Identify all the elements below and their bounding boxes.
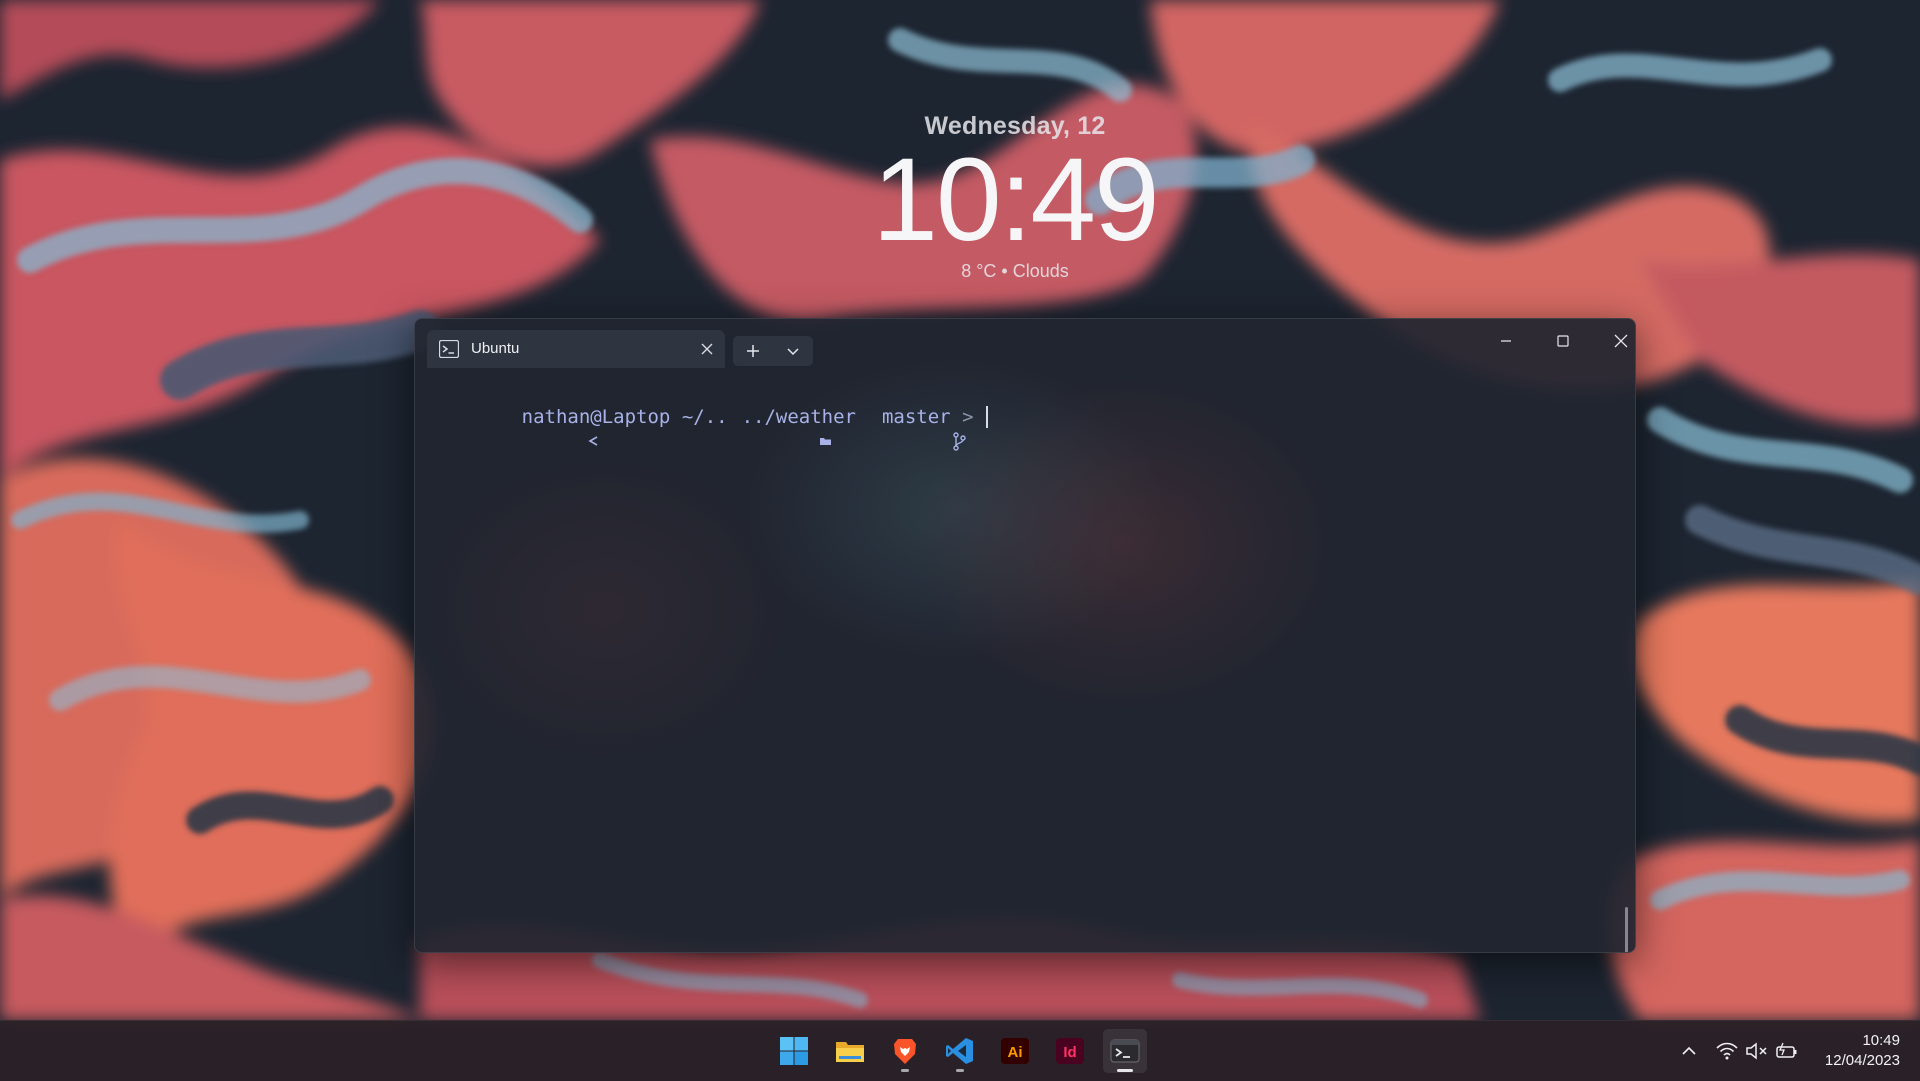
taskbar-illustrator[interactable]: Ai <box>993 1029 1037 1073</box>
folder-icon <box>728 405 832 445</box>
chevron-down-icon[interactable] <box>773 336 813 366</box>
git-branch-icon <box>856 405 967 451</box>
terminal-prompt-icon <box>438 339 460 359</box>
new-tab-button[interactable] <box>733 336 773 366</box>
scrollbar[interactable] <box>1625 907 1628 952</box>
brave-lion-icon <box>894 1039 916 1064</box>
desktop-clock-widget: Wednesday, 12 10:49 8 °C • Clouds <box>815 112 1215 282</box>
volume-muted-icon[interactable] <box>1744 1039 1770 1063</box>
active-indicator <box>1117 1069 1133 1072</box>
running-indicator <box>901 1069 909 1072</box>
terminal-content[interactable]: nathan@Laptop ~/.. ../weather master > <box>415 367 1635 952</box>
prompt-user-host: nathan@Laptop <box>521 406 671 428</box>
new-tab-group <box>733 336 813 366</box>
prompt-path-prefix: ~/.. <box>681 406 728 428</box>
indesign-icon: Id <box>1056 1038 1084 1064</box>
taskbar-vscode[interactable] <box>938 1029 982 1073</box>
taskbar-clock[interactable]: 10:49 12/04/2023 <box>1800 1031 1900 1071</box>
terminal-icon <box>1110 1039 1140 1063</box>
tab-title: Ubuntu <box>471 340 520 357</box>
start-button[interactable] <box>772 1029 816 1073</box>
battery-icon[interactable] <box>1774 1039 1800 1063</box>
running-indicator <box>956 1069 964 1072</box>
prompt-path-suffix: ../weather <box>741 406 856 428</box>
wifi-icon[interactable] <box>1714 1039 1740 1063</box>
shell-prompt: nathan@Laptop ~/.. ../weather master > <box>425 381 988 451</box>
maximize-icon[interactable] <box>1540 325 1586 357</box>
text-cursor <box>985 406 988 428</box>
svg-text:Id: Id <box>1063 1044 1076 1061</box>
terminal-titlebar[interactable]: Ubuntu <box>415 319 1635 368</box>
taskbar-brave[interactable] <box>883 1029 927 1073</box>
minimize-icon[interactable] <box>1483 325 1529 357</box>
prompt-end-symbol: > <box>962 406 974 428</box>
illustrator-icon: Ai <box>1001 1038 1029 1064</box>
taskbar: Ai Id 10:49 12/04/2023 <box>0 1020 1920 1081</box>
prompt-arrow-icon <box>494 405 598 446</box>
taskbar-terminal[interactable] <box>1103 1029 1147 1073</box>
chevron-up-icon[interactable] <box>1676 1039 1702 1063</box>
tab-ubuntu[interactable]: Ubuntu <box>427 330 725 368</box>
close-icon[interactable] <box>697 339 717 359</box>
taskbar-indesign[interactable]: Id <box>1048 1029 1092 1073</box>
taskbar-time: 10:49 <box>1862 1032 1900 1049</box>
prompt-git-branch: master <box>881 406 951 428</box>
folder-icon <box>836 1042 864 1062</box>
vscode-icon <box>946 1038 973 1064</box>
close-icon[interactable] <box>1598 325 1635 357</box>
taskbar-file-explorer[interactable] <box>828 1029 872 1073</box>
taskbar-date: 12/04/2023 <box>1824 1052 1900 1069</box>
windows-logo-icon <box>780 1037 808 1065</box>
clock-time: 10:49 <box>872 134 1159 266</box>
svg-text:Ai: Ai <box>1008 1044 1023 1061</box>
terminal-window[interactable]: Ubuntu nathan@Laptop ~/.. ../weather mas… <box>414 318 1636 953</box>
